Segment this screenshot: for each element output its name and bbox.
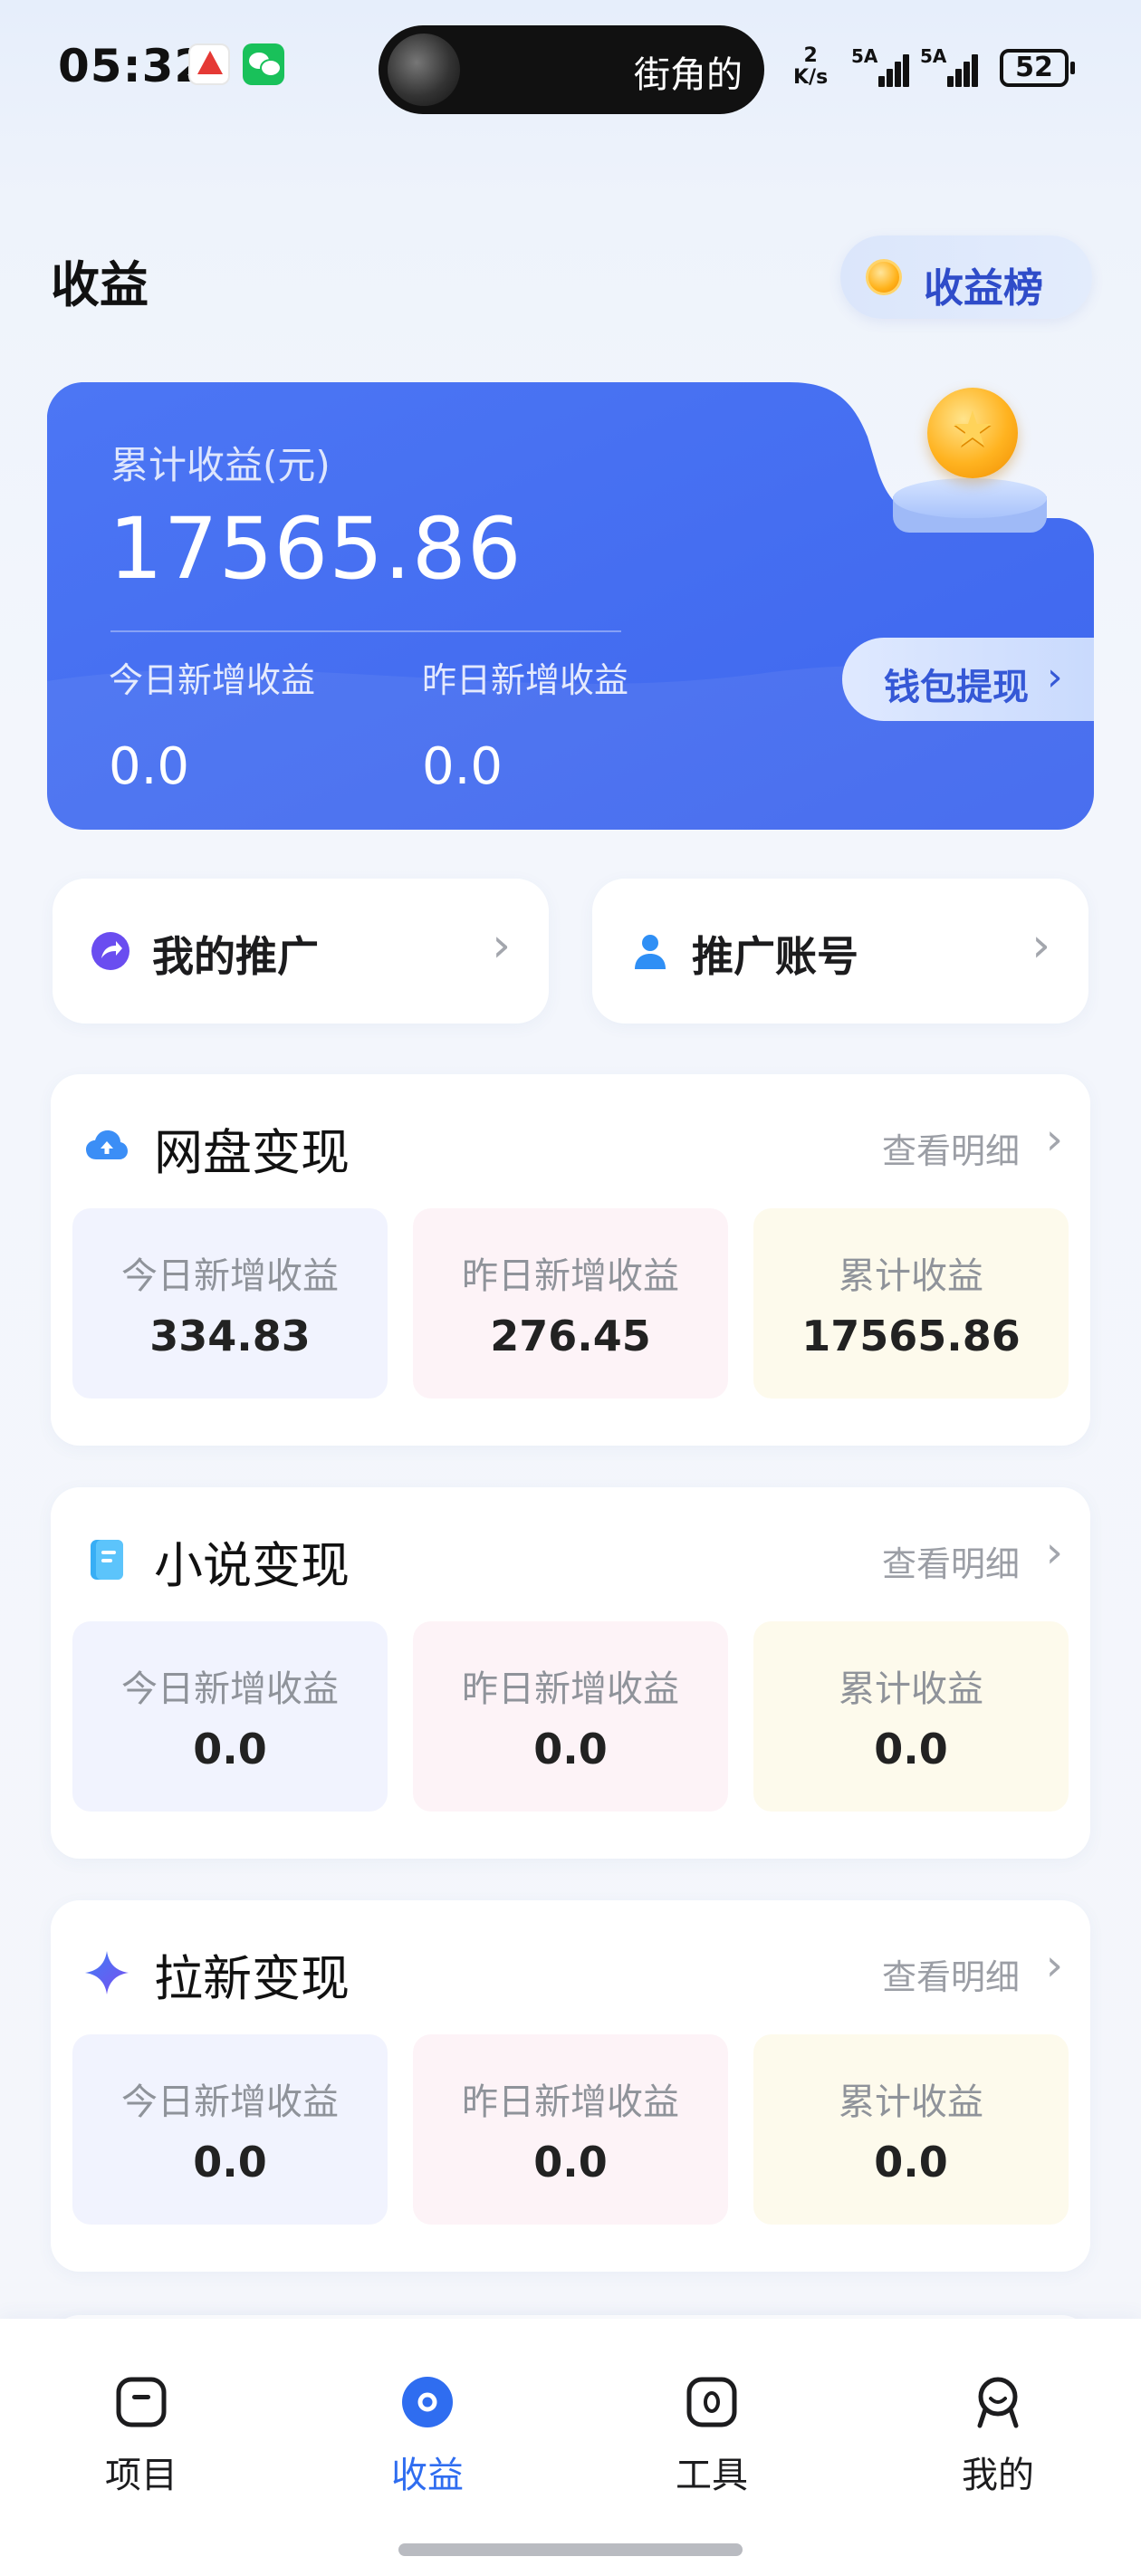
section-title: 拉新变现 <box>154 1950 350 2007</box>
stat-value: 0.0 <box>874 2138 948 2187</box>
view-details-link[interactable]: 查看明细 <box>882 1123 1020 1173</box>
card-divider <box>110 630 621 632</box>
page-title: 收益 <box>51 256 149 313</box>
stat-value: 0.0 <box>533 1725 608 1773</box>
stat-tile-today: 今日新增收益 334.83 <box>72 1208 388 1399</box>
stat-label: 今日新增收益 <box>121 1255 339 1297</box>
network-speed: 2 K/s <box>793 45 828 89</box>
coin-pedestal-top <box>893 478 1047 518</box>
nav-tab-earnings[interactable]: 收益 <box>337 2366 518 2502</box>
status-time: 05:32 <box>58 40 207 92</box>
dynamic-island-media[interactable]: 街角的 <box>379 25 764 114</box>
stat-value: 276.45 <box>490 1312 651 1360</box>
section-referral: 拉新变现 查看明细 › 今日新增收益 0.0 昨日新增收益 0.0 累计收益 0… <box>51 1900 1090 2272</box>
tools-icon <box>686 2377 737 2427</box>
network-speed-value: 2 <box>803 44 818 67</box>
wallet-withdraw-button[interactable]: 钱包提现 › <box>842 638 1094 721</box>
my-promotion-label: 我的推广 <box>152 932 319 981</box>
view-details-link[interactable]: 查看明细 <box>882 1949 1020 1999</box>
total-earnings-value: 17565.86 <box>109 500 523 599</box>
stat-tile-yesterday: 昨日新增收益 276.45 <box>413 1208 728 1399</box>
stat-tile-yesterday: 昨日新增收益 0.0 <box>413 2034 728 2225</box>
chevron-right-icon[interactable]: › <box>1046 1527 1063 1578</box>
nav-tab-projects[interactable]: 项目 <box>51 2366 232 2502</box>
nav-label: 收益 <box>391 2455 464 2496</box>
stat-value: 0.0 <box>193 1725 267 1773</box>
stat-label: 昨日新增收益 <box>462 2081 679 2123</box>
stat-value: 17565.86 <box>801 1312 1021 1360</box>
signal-label: 5A <box>851 45 878 67</box>
stat-tile-today: 今日新增收益 0.0 <box>72 2034 388 2225</box>
stat-tile-today: 今日新增收益 0.0 <box>72 1621 388 1812</box>
today-earnings-label: 今日新增收益 <box>109 660 316 700</box>
stat-label: 累计收益 <box>839 2081 983 2123</box>
stat-label: 昨日新增收益 <box>462 1255 679 1297</box>
section-title: 小说变现 <box>154 1537 350 1594</box>
my-promotion-button[interactable]: 我的推广 › <box>53 879 549 1024</box>
earnings-ranking-button[interactable]: 收益榜 <box>840 235 1092 319</box>
stat-value: 334.83 <box>149 1312 311 1360</box>
promotion-account-button[interactable]: 推广账号 › <box>592 879 1088 1024</box>
home-indicator[interactable] <box>398 2543 743 2556</box>
nav-label: 项目 <box>105 2455 177 2496</box>
book-icon <box>91 1540 123 1580</box>
section-novel: 小说变现 查看明细 › 今日新增收益 0.0 昨日新增收益 0.0 累计收益 0… <box>51 1487 1090 1859</box>
stat-value: 0.0 <box>533 2138 608 2187</box>
stat-tile-total: 累计收益 17565.86 <box>753 1208 1069 1399</box>
project-icon <box>116 2377 167 2427</box>
share-arrow-icon <box>91 932 129 970</box>
status-bar: 05:32 街角的 2 K/s 5A 5A 52 <box>0 0 1141 136</box>
signal-icon: 5A <box>920 45 978 91</box>
coin-icon <box>866 259 902 295</box>
album-art-icon <box>388 34 460 106</box>
stat-tile-total: 累计收益 0.0 <box>753 2034 1069 2225</box>
stat-label: 累计收益 <box>839 1255 983 1297</box>
chevron-right-icon[interactable]: › <box>1046 1114 1063 1165</box>
section-cloud-drive: 网盘变现 查看明细 › 今日新增收益 334.83 昨日新增收益 276.45 … <box>51 1074 1090 1446</box>
signal-icon: 5A <box>851 45 909 91</box>
promotion-account-label: 推广账号 <box>692 932 858 981</box>
chevron-right-icon[interactable]: › <box>1046 1940 1063 1991</box>
wallet-withdraw-label: 钱包提现 <box>884 667 1029 708</box>
signal-label: 5A <box>920 45 947 67</box>
view-details-link[interactable]: 查看明细 <box>882 1536 1020 1586</box>
network-speed-unit: K/s <box>793 66 829 89</box>
nav-label: 工具 <box>676 2455 748 2496</box>
chevron-right-icon: › <box>492 918 511 973</box>
earnings-icon <box>402 2377 453 2427</box>
stat-value: 0.0 <box>874 1725 948 1773</box>
stat-label: 今日新增收益 <box>121 1668 339 1710</box>
nav-tab-profile[interactable]: 我的 <box>907 2366 1088 2502</box>
gold-coin-icon <box>927 388 1018 478</box>
today-earnings-value: 0.0 <box>109 737 190 796</box>
yesterday-earnings-label: 昨日新增收益 <box>422 660 629 700</box>
stat-label: 今日新增收益 <box>121 2081 339 2123</box>
chevron-right-icon: › <box>1047 654 1063 700</box>
stat-label: 累计收益 <box>839 1668 983 1710</box>
profile-icon <box>977 2377 1019 2428</box>
section-title: 网盘变现 <box>154 1124 350 1181</box>
yesterday-earnings-value: 0.0 <box>422 737 503 796</box>
stat-label: 昨日新增收益 <box>462 1668 679 1710</box>
app-notification-icon <box>188 43 230 85</box>
chevron-right-icon: › <box>1031 918 1050 973</box>
stat-tile-total: 累计收益 0.0 <box>753 1621 1069 1812</box>
earnings-ranking-label: 收益榜 <box>924 265 1043 312</box>
bottom-navigation: 项目 收益 工具 我的 <box>0 2319 1141 2576</box>
cloud-upload-icon <box>86 1130 128 1159</box>
person-icon <box>635 935 666 969</box>
wechat-notification-icon <box>243 43 284 85</box>
total-earnings-label: 累计收益(元) <box>110 443 331 487</box>
nav-tab-tools[interactable]: 工具 <box>621 2366 802 2502</box>
battery-icon: 52 <box>1000 49 1075 87</box>
sparkle-icon <box>85 1951 129 1994</box>
stat-tile-yesterday: 昨日新增收益 0.0 <box>413 1621 728 1812</box>
now-playing-title: 街角的 <box>634 54 743 96</box>
nav-label: 我的 <box>962 2455 1034 2496</box>
stat-value: 0.0 <box>193 2138 267 2187</box>
